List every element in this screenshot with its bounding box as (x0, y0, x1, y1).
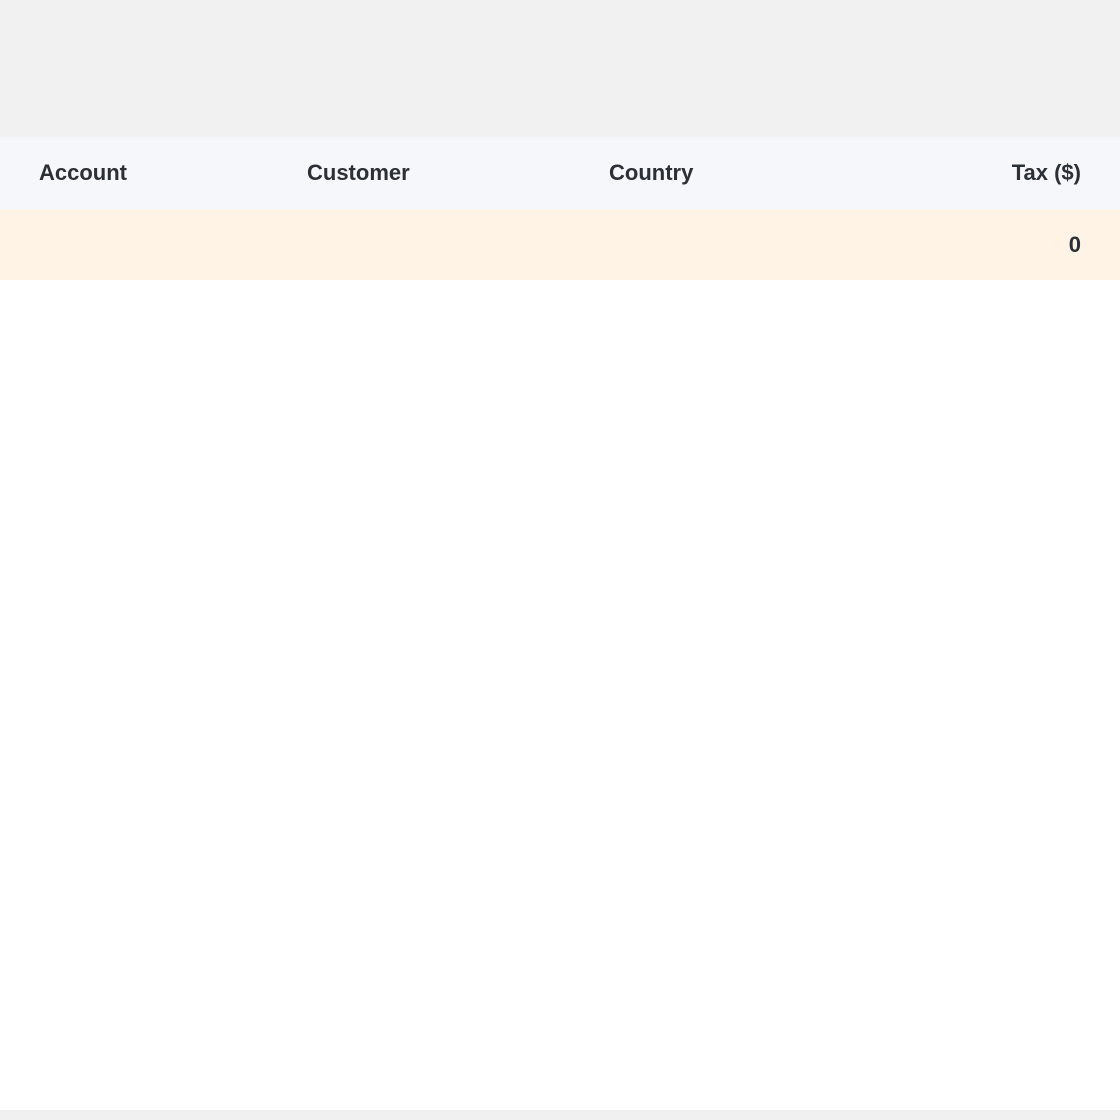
table-header-row: Account Customer Country Tax ($) (0, 137, 1120, 209)
toolbar-area (0, 0, 1120, 137)
table-summary-row: 0 (0, 209, 1120, 280)
column-header-tax[interactable]: Tax ($) (1012, 137, 1081, 209)
summary-tax-cell: 0 (1068, 231, 1081, 257)
column-header-customer[interactable]: Customer (307, 137, 410, 209)
column-header-account[interactable]: Account (39, 137, 127, 209)
data-table: Account Customer Country Tax ($) 0 (0, 137, 1120, 1110)
bottom-divider (0, 1110, 1120, 1120)
column-header-country[interactable]: Country (609, 137, 693, 209)
